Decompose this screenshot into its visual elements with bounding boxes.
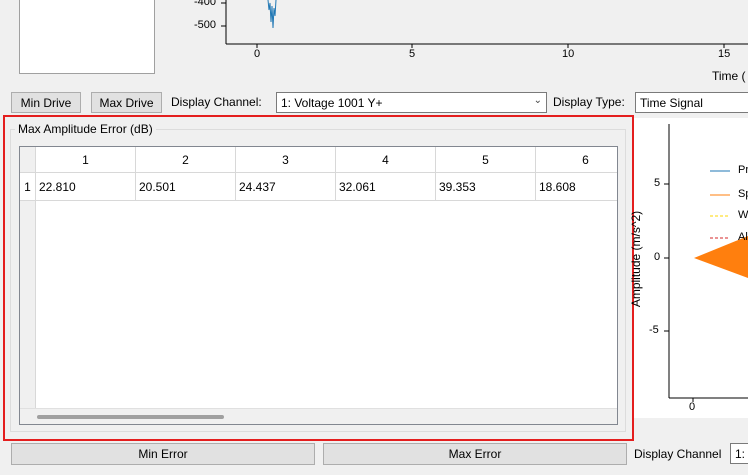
x-tick: 5 <box>409 48 416 60</box>
x-tick: 10 <box>562 48 575 60</box>
display-channel-select[interactable]: 1: Voltage 1001 Y+ ⌄ <box>276 92 547 113</box>
display-type-value: Time Signal <box>640 95 703 110</box>
min-error-button[interactable]: Min Error <box>11 443 315 465</box>
max-error-button[interactable]: Max Error <box>323 443 627 465</box>
preview-box <box>19 0 155 74</box>
display-channel-label: Display Channel: <box>171 95 262 109</box>
max-drive-button[interactable]: Max Drive <box>91 92 162 113</box>
x-tick: 0 <box>254 48 261 60</box>
legend-entry: Al <box>738 231 748 243</box>
display-channel-value: 1: Voltage 1001 Y+ <box>281 95 383 110</box>
legend-entry: Pr <box>738 164 748 176</box>
y-tick: 0 <box>654 251 661 263</box>
bottom-display-channel-value: 1: <box>735 446 746 461</box>
y-tick: -5 <box>649 324 659 336</box>
chevron-down-icon: ⌄ <box>533 95 542 106</box>
bottom-display-channel-label: Display Channel <box>634 447 722 461</box>
y-axis-label: Amplitude (m/s^2) <box>629 210 644 308</box>
x-tick: 15 <box>718 48 731 60</box>
x-tick: 0 <box>689 401 696 413</box>
y-tick: 5 <box>654 177 661 189</box>
y-tick: -500 <box>194 19 217 31</box>
legend-entry: Sp <box>738 188 748 200</box>
y-tick: -400 <box>194 0 217 8</box>
right-chart: 5 0 -5 0 Pr Sp W Al Amplitude (m/s^2) <box>629 118 748 418</box>
min-drive-button[interactable]: Min Drive <box>11 92 81 113</box>
display-type-label: Display Type: <box>553 95 625 109</box>
x-axis-label: Time ( <box>712 69 746 83</box>
legend-entry: W <box>738 209 748 221</box>
top-chart: -400 -500 0 5 10 15 Time ( <box>160 0 748 90</box>
highlight-frame <box>3 115 634 441</box>
bottom-display-channel-select[interactable]: 1: <box>730 443 748 464</box>
display-type-select[interactable]: Time Signal <box>635 92 748 113</box>
